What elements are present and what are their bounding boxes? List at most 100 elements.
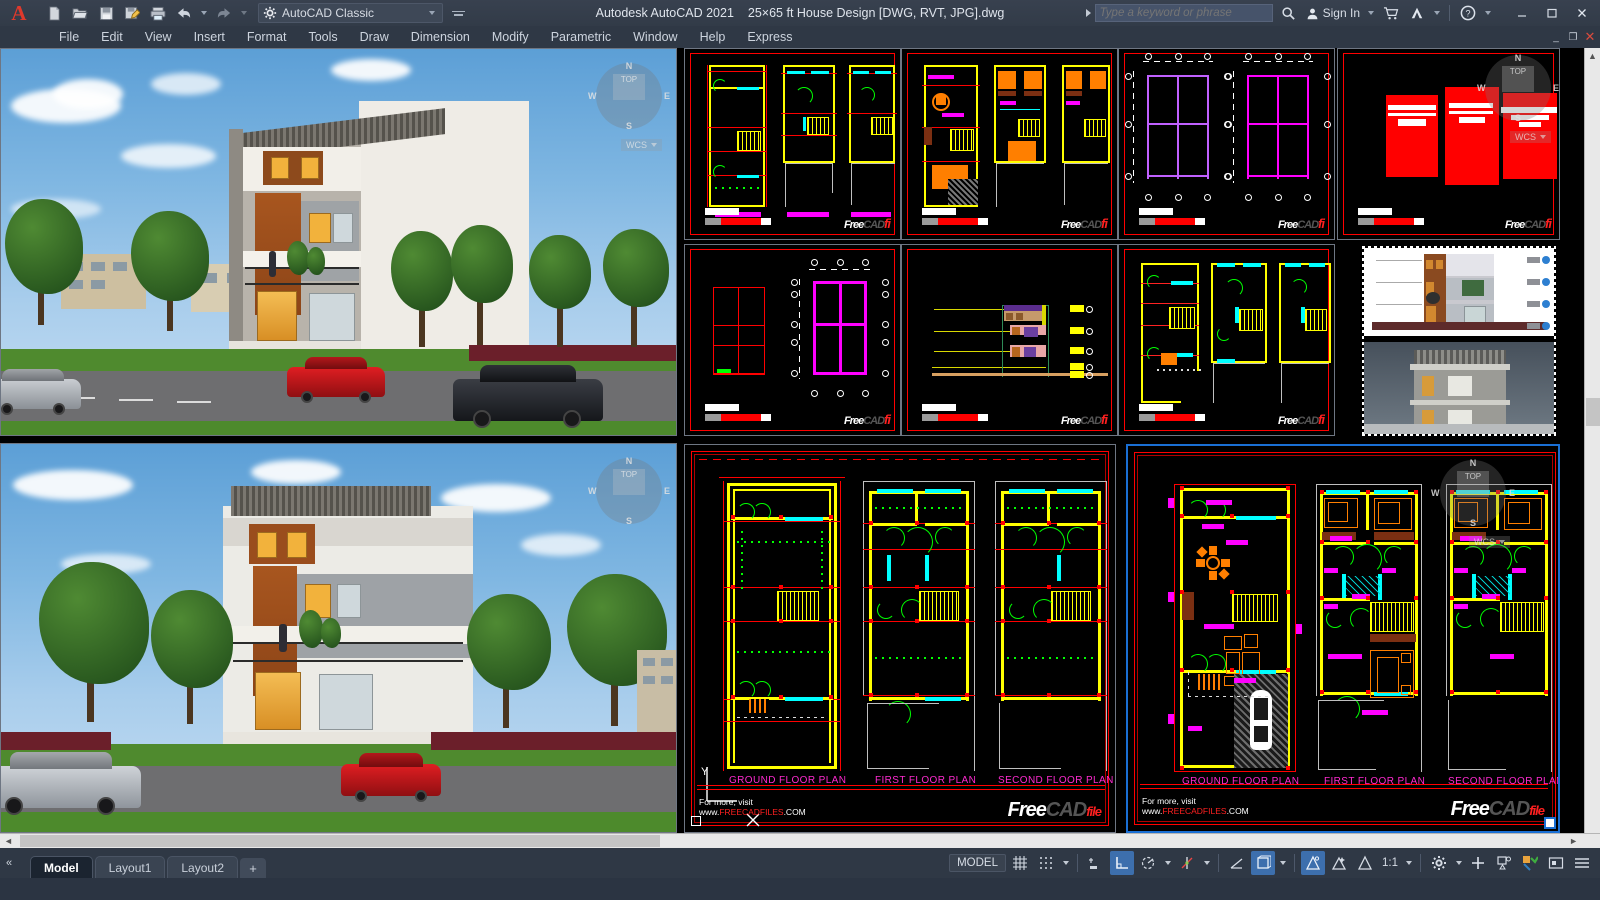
sign-in-button[interactable]: Sign In (1303, 6, 1363, 20)
menu-modify[interactable]: Modify (481, 28, 540, 46)
search-icon[interactable] (1277, 1, 1301, 25)
logo-cad-left: CAD (1045, 799, 1087, 821)
doc-close-button[interactable]: ✕ (1582, 29, 1598, 45)
redo-dropdown-caret[interactable] (241, 11, 247, 15)
model-space-button[interactable]: MODEL (949, 854, 1006, 872)
polar-dropdown-caret[interactable] (1162, 851, 1173, 875)
menu-dimension[interactable]: Dimension (400, 28, 481, 46)
menu-insert[interactable]: Insert (183, 28, 236, 46)
view-cube-n[interactable]: N (1470, 458, 1477, 468)
search-input[interactable] (1094, 4, 1273, 22)
cart-icon[interactable] (1379, 1, 1403, 25)
hamburger-icon[interactable] (1570, 851, 1594, 875)
vertical-scrollbar[interactable]: ▲ ▼ (1584, 48, 1600, 848)
snap-dots-icon[interactable] (1034, 851, 1058, 875)
undo-button[interactable] (172, 2, 196, 24)
plot-print-button[interactable] (146, 2, 170, 24)
ucs-selector-thumb-massing[interactable]: WCS (1510, 131, 1551, 143)
isolate-icon[interactable] (1492, 851, 1516, 875)
horizontal-scrollbar[interactable]: ◄ ► (0, 833, 1600, 848)
view-cube-thumb-massing[interactable]: TOP N S W E (1477, 53, 1559, 123)
viewport-working-drawing[interactable]: GROUND FLOOR PLAN FIRST FLOOR PLAN SECON… (684, 444, 1116, 833)
ucs-selector-top-render[interactable]: WCS (621, 139, 662, 151)
plus-icon[interactable] (1466, 851, 1490, 875)
redo-button[interactable] (212, 2, 236, 24)
thumbnail-section-elevation[interactable]: FreeCADfi (901, 244, 1118, 436)
thumbnail-furnished-plans[interactable]: FreeCADfi (901, 48, 1118, 240)
autodesk-a-caret[interactable] (1434, 11, 1440, 15)
viewport-furnished-drawing[interactable]: GROUND FLOOR PLAN FIRST FLOOR PLAN SECON… (1126, 444, 1560, 833)
status-bar: MODEL 1:1 (0, 848, 1600, 878)
annotation-scale-value[interactable]: 1:1 (1379, 857, 1401, 869)
menu-express[interactable]: Express (736, 28, 803, 46)
snap-dropdown-caret[interactable] (1060, 851, 1071, 875)
new-file-button[interactable] (42, 2, 66, 24)
thumbnail-beam-layout-plans[interactable]: FreeCADfi (684, 48, 901, 240)
grid-icon[interactable] (1008, 851, 1032, 875)
save-as-button[interactable] (120, 2, 144, 24)
view-cube-s[interactable]: S (1470, 518, 1476, 528)
ortho-icon[interactable] (1110, 851, 1134, 875)
thumbnail-working-plans[interactable]: FreeCADfi (1118, 244, 1335, 436)
workspace-dropdown-caret-status[interactable] (1453, 851, 1464, 875)
help-icon[interactable]: ? (1456, 1, 1480, 25)
open-folder-button[interactable] (68, 2, 92, 24)
save-button[interactable] (94, 2, 118, 24)
annotation-icon[interactable] (1301, 851, 1325, 875)
menu-parametric[interactable]: Parametric (540, 28, 622, 46)
autocad-logo-icon[interactable]: A (0, 0, 38, 26)
otrack-icon[interactable] (1225, 851, 1249, 875)
freecadfile-logo-left: FreeCADfile (1008, 799, 1102, 822)
menu-window[interactable]: Window (622, 28, 688, 46)
signin-dropdown-caret[interactable] (1368, 11, 1374, 15)
viewport-render-bottom[interactable]: TOP N S W E (0, 443, 677, 833)
footer-brand-left: FREECADFILES (719, 807, 784, 818)
menu-view[interactable]: View (134, 28, 183, 46)
horizontal-scroll-thumb[interactable] (20, 835, 660, 847)
workspace-dropdown-caret[interactable] (429, 11, 435, 15)
polar-icon[interactable] (1136, 851, 1160, 875)
help-dropdown-caret[interactable] (1485, 11, 1491, 15)
view-cube-bottom-render[interactable]: TOP N S W E (588, 456, 670, 526)
menu-tools[interactable]: Tools (297, 28, 348, 46)
infocenter-search[interactable] (1085, 1, 1301, 25)
ucs-dropdown-caret[interactable] (1277, 851, 1288, 875)
workspace-selector[interactable]: AutoCAD Classic (258, 3, 443, 23)
scroll-up-arrow[interactable]: ▲ (1585, 48, 1600, 64)
view-cube-main-right[interactable]: TOP N S W E (1431, 458, 1515, 528)
window-minimize-button[interactable] (1508, 0, 1536, 26)
autodesk-a-icon[interactable] (1405, 1, 1429, 25)
menu-format[interactable]: Format (236, 28, 298, 46)
view-cube-e[interactable]: E (1509, 488, 1515, 498)
thumbnail-column-grid-plans[interactable]: FreeCADfi (1118, 48, 1335, 240)
thumbnail-foundation-grid[interactable]: FreeCADfi (684, 244, 901, 436)
doc-minimize-button[interactable]: _ (1548, 29, 1564, 45)
annoscale-icon[interactable] (1353, 851, 1377, 875)
viewport-render-top[interactable]: TOP N S W E WCS (0, 48, 677, 436)
menu-help[interactable]: Help (689, 28, 737, 46)
osnap-icon[interactable] (1175, 851, 1199, 875)
scale-dropdown-caret[interactable] (1403, 851, 1414, 875)
menu-edit[interactable]: Edit (90, 28, 134, 46)
autoscale-icon[interactable] (1327, 851, 1351, 875)
window-maximize-button[interactable] (1538, 0, 1566, 26)
gear-icon[interactable] (1427, 851, 1451, 875)
qat-customize-icon[interactable] (452, 10, 465, 16)
ucs-selector-main-right[interactable]: WCS (1469, 536, 1510, 548)
view-cube-top-render[interactable]: TOP N S W E (588, 61, 670, 131)
vertical-scroll-thumb[interactable] (1586, 398, 1600, 426)
thumbnail-elevation-and-photo[interactable] (1356, 244, 1560, 436)
menu-draw[interactable]: Draw (349, 28, 400, 46)
window-close-button[interactable] (1568, 0, 1596, 26)
osnap-dropdown-caret[interactable] (1201, 851, 1212, 875)
undo-dropdown-caret[interactable] (201, 11, 207, 15)
infer-icon[interactable] (1084, 851, 1108, 875)
search-expand-icon[interactable] (1085, 9, 1091, 17)
thumbnail-3d-solid-massing[interactable]: FreeCADfi TOP N S W E WCS (1337, 48, 1560, 240)
doc-restore-button[interactable]: ❐ (1565, 29, 1581, 45)
ucs-icon[interactable] (1251, 851, 1275, 875)
fullscreen-icon[interactable] (1544, 851, 1568, 875)
cleanscreen-icon[interactable] (1518, 851, 1542, 875)
menu-file[interactable]: File (48, 28, 90, 46)
view-cube-w[interactable]: W (1431, 488, 1440, 498)
